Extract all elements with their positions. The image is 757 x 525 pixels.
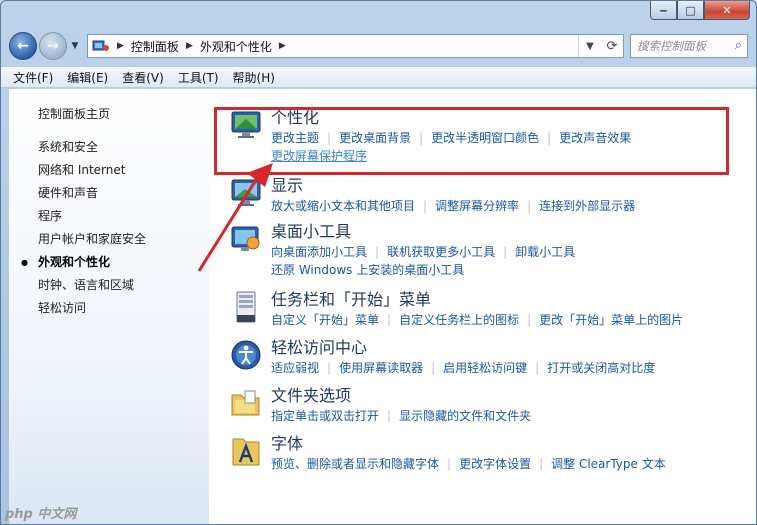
link-change-start-menu-picture[interactable]: 更改「开始」菜单上的图片 [539, 313, 683, 327]
watermark: php 中文网 [5, 507, 77, 522]
category-pane: 个性化 更改主题 | 更改桌面背景 | 更改半透明窗口颜色 | 更改声音效果 更改屏幕保护程… [209, 89, 756, 524]
link-cleartype[interactable]: 调整 ClearType 文本 [551, 457, 666, 471]
close-button[interactable]: ✕ [704, 1, 750, 20]
navigation-bar: ← → ▼ ▶ 控制面板 ▶ 外观和个性化 ▶ ▼ ⟳ 搜索控制面板 ⌕ [9, 30, 748, 62]
link-external-display[interactable]: 连接到外部显示器 [539, 199, 635, 213]
forward-button[interactable]: → [39, 32, 67, 60]
address-dropdown-icon[interactable]: ▼ [579, 41, 601, 52]
link-show-hidden-files[interactable]: 显示隐藏的文件和文件夹 [399, 409, 531, 423]
link-customize-taskbar-icons[interactable]: 自定义任务栏上的图标 [399, 313, 519, 327]
back-button[interactable]: ← [9, 32, 37, 60]
content-area: 控制面板主页 系统和安全 网络和 Internet 硬件和声音 程序 用户帐户和… [9, 89, 756, 524]
link-get-more-gadgets[interactable]: 联机获取更多小工具 [387, 245, 495, 259]
section-title[interactable]: 任务栏和「开始」菜单 [271, 289, 756, 311]
section-title[interactable]: 显示 [271, 175, 756, 197]
address-bar-controls: ▼ ⟳ [578, 35, 623, 57]
control-panel-home-link[interactable]: 控制面板主页 [9, 103, 209, 126]
magnifier-icon[interactable]: ⌕ [735, 38, 742, 53]
breadcrumb-control-panel[interactable]: 控制面板 [131, 38, 179, 55]
breadcrumb-appearance[interactable]: 外观和个性化 [200, 38, 272, 55]
link-text-size[interactable]: 放大或缩小文本和其他项目 [271, 199, 415, 213]
folder-options-icon[interactable] [229, 387, 263, 419]
refresh-icon[interactable]: ⟳ [601, 39, 623, 54]
link-restore-gadgets[interactable]: 还原 Windows 上安装的桌面小工具 [271, 263, 464, 277]
left-navigation-pane: 控制面板主页 系统和安全 网络和 Internet 硬件和声音 程序 用户帐户和… [9, 89, 209, 524]
link-single-double-click[interactable]: 指定单击或双击打开 [271, 409, 379, 423]
section-ease-of-access: 轻松访问中心 适应弱视 | 使用屏幕读取器 | 启用轻松访问键 | 打开或关闭高对比度 [209, 337, 756, 385]
maximize-button[interactable]: □ [677, 1, 704, 20]
menu-tools[interactable]: 工具(T) [178, 69, 219, 86]
link-low-vision[interactable]: 适应弱视 [271, 361, 319, 375]
link-customize-start-menu[interactable]: 自定义「开始」菜单 [271, 313, 379, 327]
section-title[interactable]: 轻松访问中心 [271, 337, 756, 359]
annotation-arrow-icon [197, 163, 273, 272]
section-folder-options: 文件夹选项 指定单击或双击打开 | 显示隐藏的文件和文件夹 [209, 385, 756, 433]
link-uninstall-gadget[interactable]: 卸载小工具 [515, 245, 575, 259]
link-font-settings[interactable]: 更改字体设置 [459, 457, 531, 471]
section-fonts: 字体 预览、删除或者显示和隐藏字体 | 更改字体设置 | 调整 ClearType 文本 [209, 433, 756, 481]
link-preview-fonts[interactable]: 预览、删除或者显示和隐藏字体 [271, 457, 439, 471]
menu-edit[interactable]: 编辑(E) [67, 69, 108, 86]
section-title[interactable]: 文件夹选项 [271, 385, 756, 407]
search-placeholder: 搜索控制面板 [637, 39, 706, 53]
minimize-button[interactable]: ‒ [650, 1, 677, 20]
annotation-highlight-box [214, 107, 729, 175]
control-panel-window: ‒ □ ✕ ← → ▼ ▶ 控制面板 ▶ 外观和个性化 ▶ ▼ ⟳ 搜索控制面板… [0, 0, 757, 525]
breadcrumb-separator[interactable]: ▶ [186, 41, 193, 51]
search-box[interactable]: 搜索控制面板 ⌕ [630, 34, 748, 58]
ease-of-access-icon[interactable] [229, 339, 263, 371]
menu-file[interactable]: 文件(F) [13, 69, 53, 86]
menu-bar: 文件(F) 编辑(E) 查看(V) 工具(T) 帮助(H) [1, 66, 756, 88]
section-taskbar: 任务栏和「开始」菜单 自定义「开始」菜单 | 自定义任务栏上的图标 | 更改「开始」菜单… [209, 289, 756, 337]
breadcrumb-separator[interactable]: ▶ [279, 41, 286, 51]
address-bar[interactable]: ▶ 控制面板 ▶ 外观和个性化 ▶ ▼ ⟳ [87, 34, 624, 58]
section-display: 显示 放大或缩小文本和其他项目 | 调整屏幕分辨率 | 连接到外部显示器 [209, 175, 756, 221]
breadcrumb-separator[interactable]: ▶ [117, 41, 124, 51]
control-panel-icon [92, 39, 110, 53]
link-screen-reader[interactable]: 使用屏幕读取器 [339, 361, 423, 375]
fonts-icon[interactable] [229, 435, 263, 467]
link-accessibility-keys[interactable]: 启用轻松访问键 [443, 361, 527, 375]
nav-system-security[interactable]: 系统和安全 [9, 136, 209, 159]
link-high-contrast[interactable]: 打开或关闭高对比度 [547, 361, 655, 375]
menu-help[interactable]: 帮助(H) [233, 69, 275, 86]
section-gadgets: 桌面小工具 向桌面添加小工具 | 联机获取更多小工具 | 卸载小工具 还原 Window… [209, 221, 756, 289]
recent-pages-dropdown[interactable]: ▼ [69, 41, 81, 51]
caption-buttons: ‒ □ ✕ [650, 1, 750, 21]
taskbar-icon[interactable] [229, 291, 263, 323]
section-title[interactable]: 桌面小工具 [271, 221, 756, 243]
section-title[interactable]: 字体 [271, 433, 756, 455]
menu-view[interactable]: 查看(V) [122, 69, 164, 86]
link-screen-resolution[interactable]: 调整屏幕分辨率 [435, 199, 519, 213]
nav-ease-of-access[interactable]: 轻松访问 [9, 297, 209, 320]
